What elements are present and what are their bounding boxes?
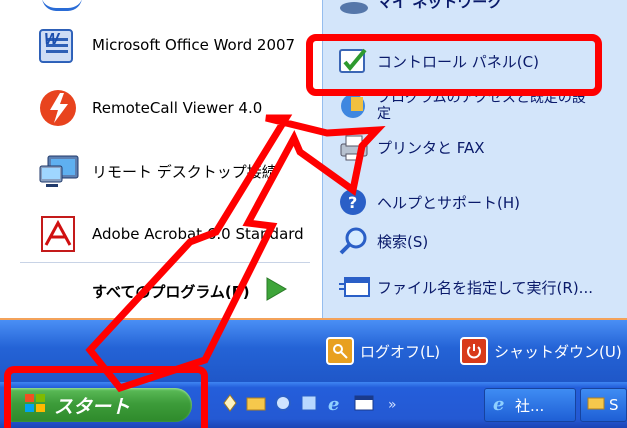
annotation-arrow-shape (85, 114, 386, 393)
annotation-arrow (85, 114, 386, 393)
